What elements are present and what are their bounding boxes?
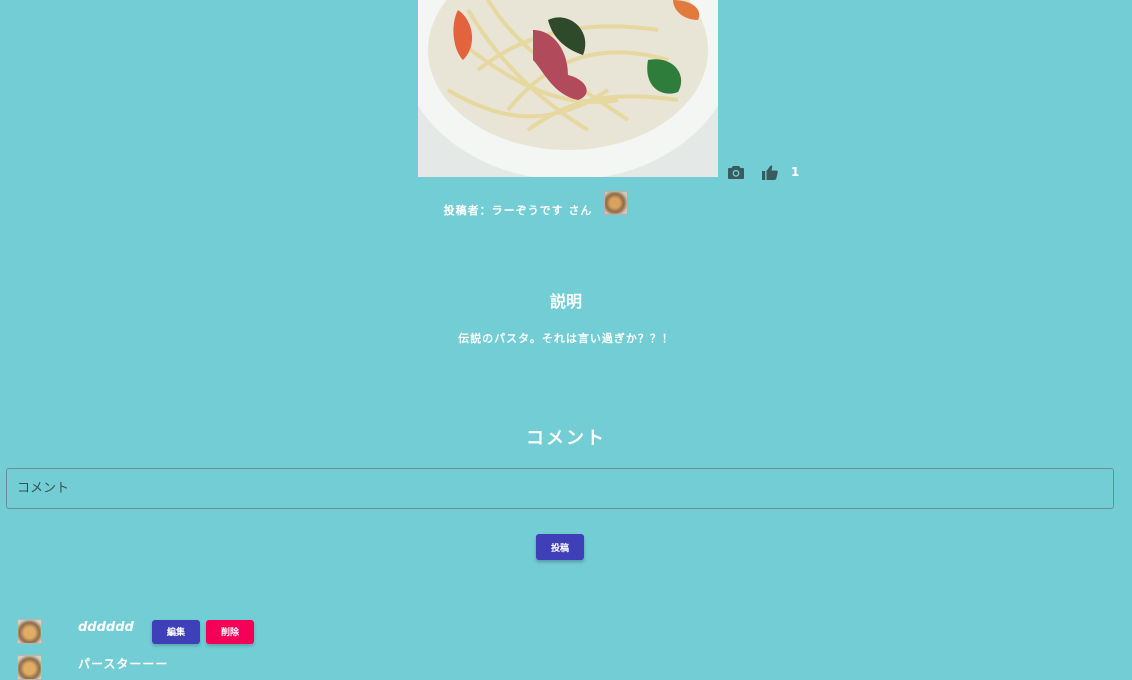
commenter-avatar[interactable] — [17, 619, 42, 644]
page: 1 投稿者：ラーぞうです さん 説明 伝説のパスタ。それは言い過ぎか？？！ コメ… — [0, 0, 1132, 680]
author-line: 投稿者：ラーぞうです さん — [0, 191, 1132, 218]
comment-item: dddddd 編集 削除 — [17, 619, 254, 644]
comments-title: コメント — [526, 428, 606, 449]
comment-text: パースターーー — [78, 657, 169, 671]
author-name: 投稿者：ラーぞうです さん — [443, 204, 593, 217]
description-text: 伝説のパスタ。それは言い過ぎか？？！ — [458, 332, 674, 345]
like-count: 1 — [791, 165, 800, 179]
delete-comment-button[interactable]: 削除 — [206, 619, 254, 644]
author-avatar[interactable] — [604, 191, 629, 215]
commenter-avatar[interactable] — [17, 655, 42, 680]
thumbs-up-icon[interactable] — [761, 163, 779, 181]
post-actions: 1 — [727, 163, 799, 181]
description-title: 説明 — [549, 292, 582, 311]
submit-comment-button[interactable]: 投稿 — [536, 534, 584, 560]
comment-input[interactable] — [6, 468, 1114, 509]
camera-icon[interactable] — [727, 163, 745, 181]
comment-item: パースターーー — [17, 655, 168, 680]
edit-comment-button[interactable]: 編集 — [152, 619, 200, 644]
post-image — [418, 0, 718, 177]
comment-text: dddddd — [78, 620, 134, 635]
